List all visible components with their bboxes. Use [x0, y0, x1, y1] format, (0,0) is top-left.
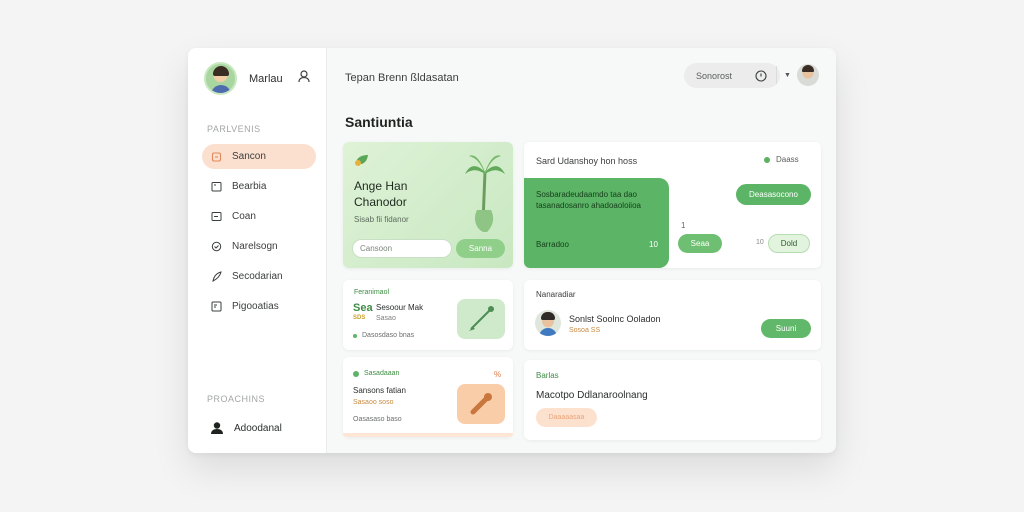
profile[interactable]: Marlau: [204, 62, 283, 95]
member-name: Sonlst Soolnc Ooladon: [569, 314, 661, 324]
task-card[interactable]: Sasadaaan % Sansons fatian Sasaoo soso O…: [343, 357, 513, 437]
sidebar-item-narelsogn[interactable]: Narelsogn: [202, 234, 316, 259]
summary-card: Sard Udanshoy hon hoss Daass Sosbaradeud…: [524, 142, 821, 268]
highlight-panel: Sosbaradeudaamdo taa dao tasanadosanro a…: [524, 178, 669, 268]
info-card-title: Macotpo Ddlanaroolnang: [536, 390, 648, 401]
task-card-subtitle: Sasao: [376, 315, 396, 322]
member-action-button[interactable]: Suuni: [761, 319, 811, 338]
avatar[interactable]: [204, 62, 237, 95]
card-icon: [211, 211, 222, 222]
search-label: Sonorost: [696, 70, 733, 81]
sidebar-item-sancon[interactable]: Sancon: [202, 144, 316, 169]
chevron-down-icon[interactable]: ▼: [784, 72, 791, 79]
status-badge: Daass: [764, 155, 799, 164]
task-card-subtitle: Sasaoo soso: [353, 399, 394, 406]
outline-button[interactable]: Dold: [768, 234, 810, 253]
task-card-mark: %: [494, 370, 502, 379]
member-card-label: Nanaradiar: [536, 290, 576, 299]
sidebar-item-label: Bearbia: [232, 181, 267, 192]
sidebar-item-adoodanal[interactable]: Adoodanal: [210, 421, 282, 435]
tool-icon: [470, 393, 492, 415]
info-card: Barlas Macotpo Ddlanaroolnang Daaaaasaa: [524, 360, 821, 440]
status-text: Daass: [776, 155, 799, 164]
info-icon[interactable]: [755, 69, 767, 87]
sidebar-item-label: Narelsogn: [232, 241, 278, 252]
sidebar-item-coan[interactable]: Coan: [202, 204, 316, 229]
home-icon: [211, 151, 222, 162]
task-card-title: Sesoour Mak: [376, 303, 424, 312]
progress-bar: [343, 433, 513, 437]
status-dot-icon: [764, 156, 770, 163]
sidebar-item-secodarian[interactable]: Secodarian: [202, 264, 316, 289]
sidebar-nav: Sancon Bearbia Coan Narelsogn Secodarian…: [202, 144, 316, 324]
task-card-meta-text: Dasosdaso bnas: [362, 332, 415, 339]
divider: [776, 66, 777, 84]
sidebar-section-label: PARLVENIS: [207, 124, 261, 134]
sidebar-item-pigooatias[interactable]: Pigooatias: [202, 294, 316, 319]
promo-card: Ange Han Chanodor Sisab fii fidanor Cans…: [343, 142, 513, 268]
summary-card-title: Sard Udanshoy hon hoss: [536, 156, 638, 166]
settings-icon: [211, 241, 222, 252]
secondary-action-button[interactable]: Seaa: [678, 234, 722, 253]
status-dot-icon: [353, 370, 359, 377]
task-card-meta: Dasosdaso bnas: [353, 332, 414, 339]
user-avatar[interactable]: [797, 64, 819, 86]
tool-tile: [457, 384, 505, 424]
sidebar-section-label: PROACHINS: [207, 394, 266, 404]
document-icon: [211, 301, 222, 312]
task-card-title: Sansons fatian: [353, 386, 406, 395]
feather-icon: [211, 271, 222, 282]
user-icon[interactable]: [298, 70, 310, 88]
sidebar-item-label: Pigooatias: [232, 301, 279, 312]
avatar: [535, 310, 561, 336]
info-card-button[interactable]: Daaaaasaa: [536, 408, 597, 427]
task-card-badge: Sea: [353, 302, 373, 314]
task-card[interactable]: Feranimaol Sea SDS Sesoour Mak Sasao Das…: [343, 280, 513, 350]
palm-tree-icon: [465, 152, 505, 241]
sidebar-item-label: Sancon: [232, 151, 266, 162]
promo-title: Ange Han Chanodor: [354, 179, 408, 209]
sidebar-item-bearbia[interactable]: Bearbia: [202, 174, 316, 199]
highlight-label: Barradoo: [536, 240, 569, 249]
sidebar-item-label: Coan: [232, 211, 256, 222]
promo-subtitle: Sisab fii fidanor: [354, 215, 409, 224]
person-icon: [210, 421, 224, 435]
primary-action-button[interactable]: Deasasocono: [736, 184, 811, 205]
value-mark: 10: [756, 239, 764, 246]
member-subtitle: Sosoa SS: [569, 327, 601, 334]
profile-name: Marlau: [249, 72, 283, 85]
sidebar-item-label: Adoodanal: [234, 422, 282, 434]
page-title: Santiuntia: [345, 114, 413, 130]
sidebar-item-label: Secodarian: [232, 271, 283, 282]
status-dot-icon: [353, 333, 357, 338]
highlight-count: 10: [649, 240, 658, 249]
task-card-label: Sasadaaan: [353, 370, 399, 377]
brush-icon: [469, 306, 494, 331]
value-mark: 1: [681, 221, 686, 230]
info-card-label: Barlas: [536, 371, 559, 380]
member-card: Nanaradiar Sonlst Soolnc Ooladon Sosoa S…: [524, 280, 821, 350]
highlight-text: Sosbaradeudaamdo taa dao tasanadosanro a…: [536, 190, 641, 210]
task-card-label-text: Sasadaaan: [364, 370, 400, 377]
brush-tile: [457, 299, 505, 339]
promo-input[interactable]: Cansoon: [352, 239, 452, 258]
promo-button[interactable]: Sanna: [456, 239, 505, 258]
app-window: Marlau PARLVENIS Sancon Bearbia Coan Nar…: [188, 48, 836, 453]
task-card-tag: SDS: [353, 315, 366, 321]
sidebar: Marlau PARLVENIS Sancon Bearbia Coan Nar…: [188, 48, 327, 453]
task-card-label: Feranimaol: [354, 289, 390, 296]
promo-input-placeholder: Cansoon: [360, 244, 393, 253]
leaf-icon: [353, 152, 371, 173]
calendar-icon: [211, 181, 222, 192]
task-card-meta: Oasasaso baso: [353, 416, 402, 423]
topbar-title: Tepan Brenn ßldasatan: [345, 72, 459, 84]
